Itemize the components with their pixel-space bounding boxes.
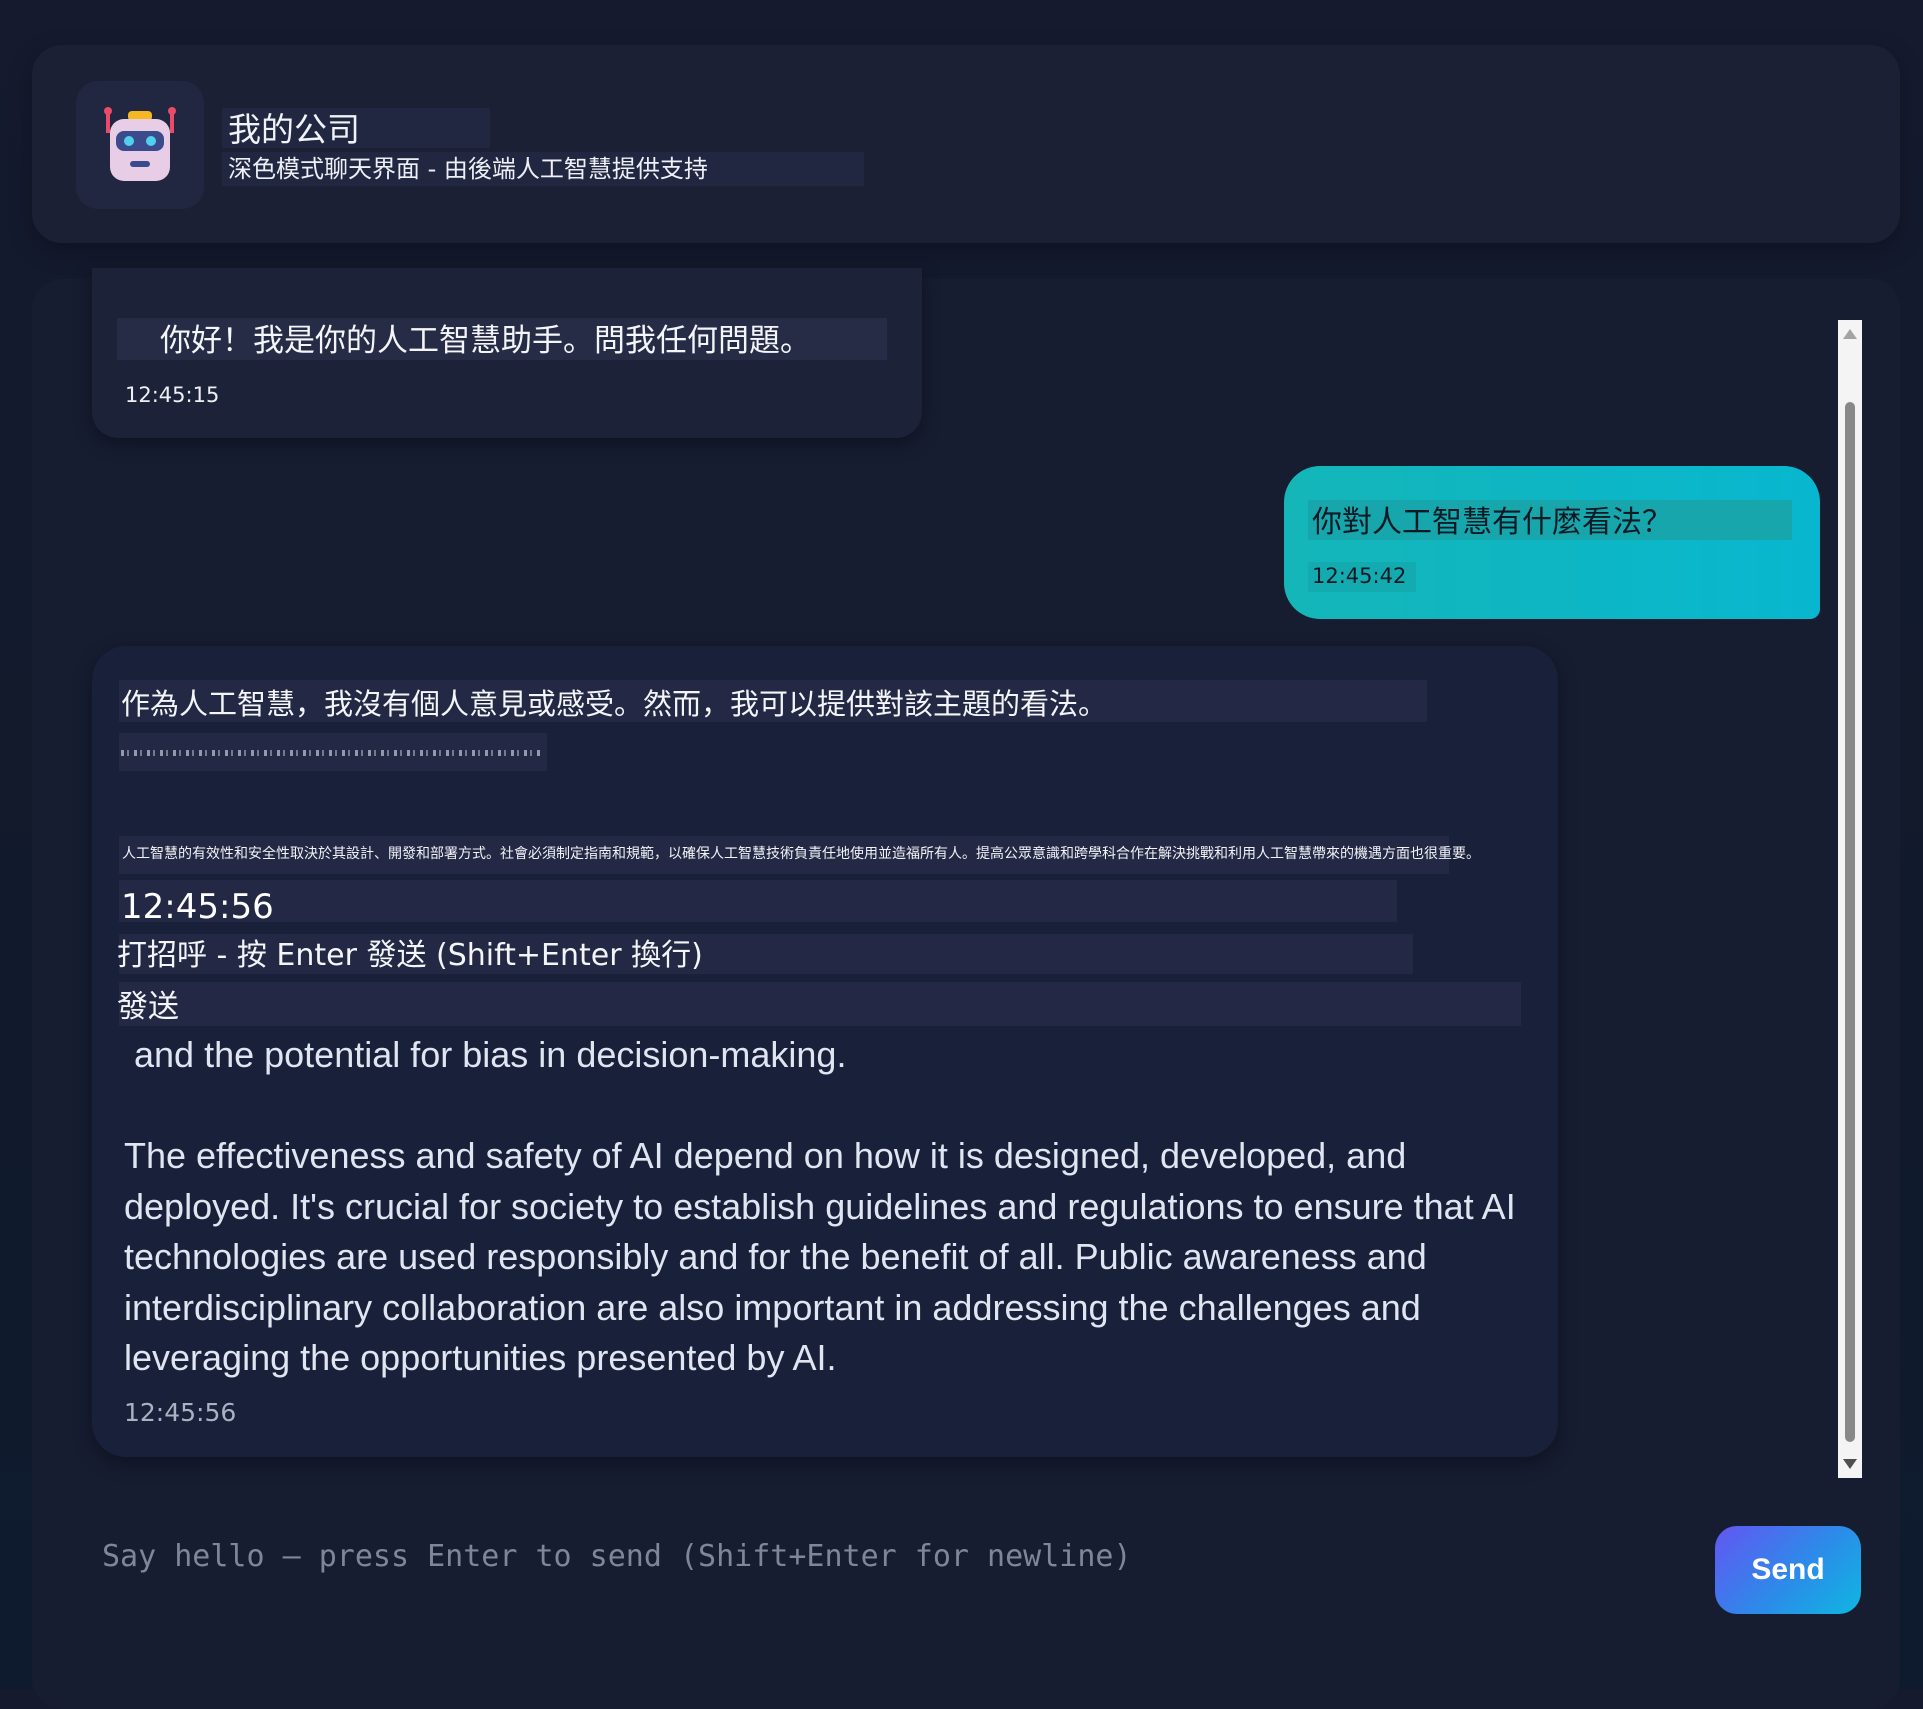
overlay-input-hint: 打招呼 - 按 Enter 發送 (Shift+Enter 換行) bbox=[117, 938, 703, 973]
page-title: 我的公司 bbox=[228, 110, 360, 149]
robot-icon bbox=[104, 107, 176, 181]
message-timestamp: 12:45:15 bbox=[125, 383, 220, 407]
avatar bbox=[76, 81, 204, 209]
message-intro: 作為人工智慧，我沒有個人意見或感受。然而，我可以提供對該主題的看法。 bbox=[121, 687, 1108, 721]
message-timestamp: 12:45:42 bbox=[1312, 564, 1407, 588]
message-timestamp: 12:45:56 bbox=[124, 1398, 237, 1427]
scrollbar-thumb[interactable] bbox=[1845, 402, 1855, 1442]
message-text: and the potential for bias in decision-m… bbox=[124, 1034, 1516, 1378]
message-input[interactable] bbox=[102, 1531, 1642, 1581]
overlay-timestamp: 12:45:56 bbox=[121, 887, 274, 927]
overlay-send-label: 發送 bbox=[117, 989, 179, 1025]
user-message bbox=[1284, 466, 1820, 619]
chat-scrollbar[interactable] bbox=[1838, 320, 1862, 1478]
message-zh-paragraph: 人工智慧的有效性和安全性取決於其設計、開發和部署方式。社會必須制定指南和規範，以… bbox=[122, 846, 1480, 862]
page-subtitle: 深色模式聊天界面 - 由後端人工智慧提供支持 bbox=[228, 155, 708, 183]
message-text: 你好！我是你的人工智慧助手。問我任何問題。 bbox=[160, 323, 811, 359]
chat-header: 我的公司 深色模式聊天界面 - 由後端人工智慧提供支持 bbox=[32, 45, 1900, 243]
message-text: 你對人工智慧有什麼看法？ bbox=[1312, 505, 1672, 540]
send-button[interactable]: Send bbox=[1715, 1526, 1861, 1614]
scroll-down-arrow-icon[interactable] bbox=[1843, 1459, 1857, 1469]
garbled-text-line bbox=[121, 750, 541, 756]
message-composer bbox=[74, 1505, 1686, 1633]
scroll-up-arrow-icon[interactable] bbox=[1843, 329, 1857, 339]
